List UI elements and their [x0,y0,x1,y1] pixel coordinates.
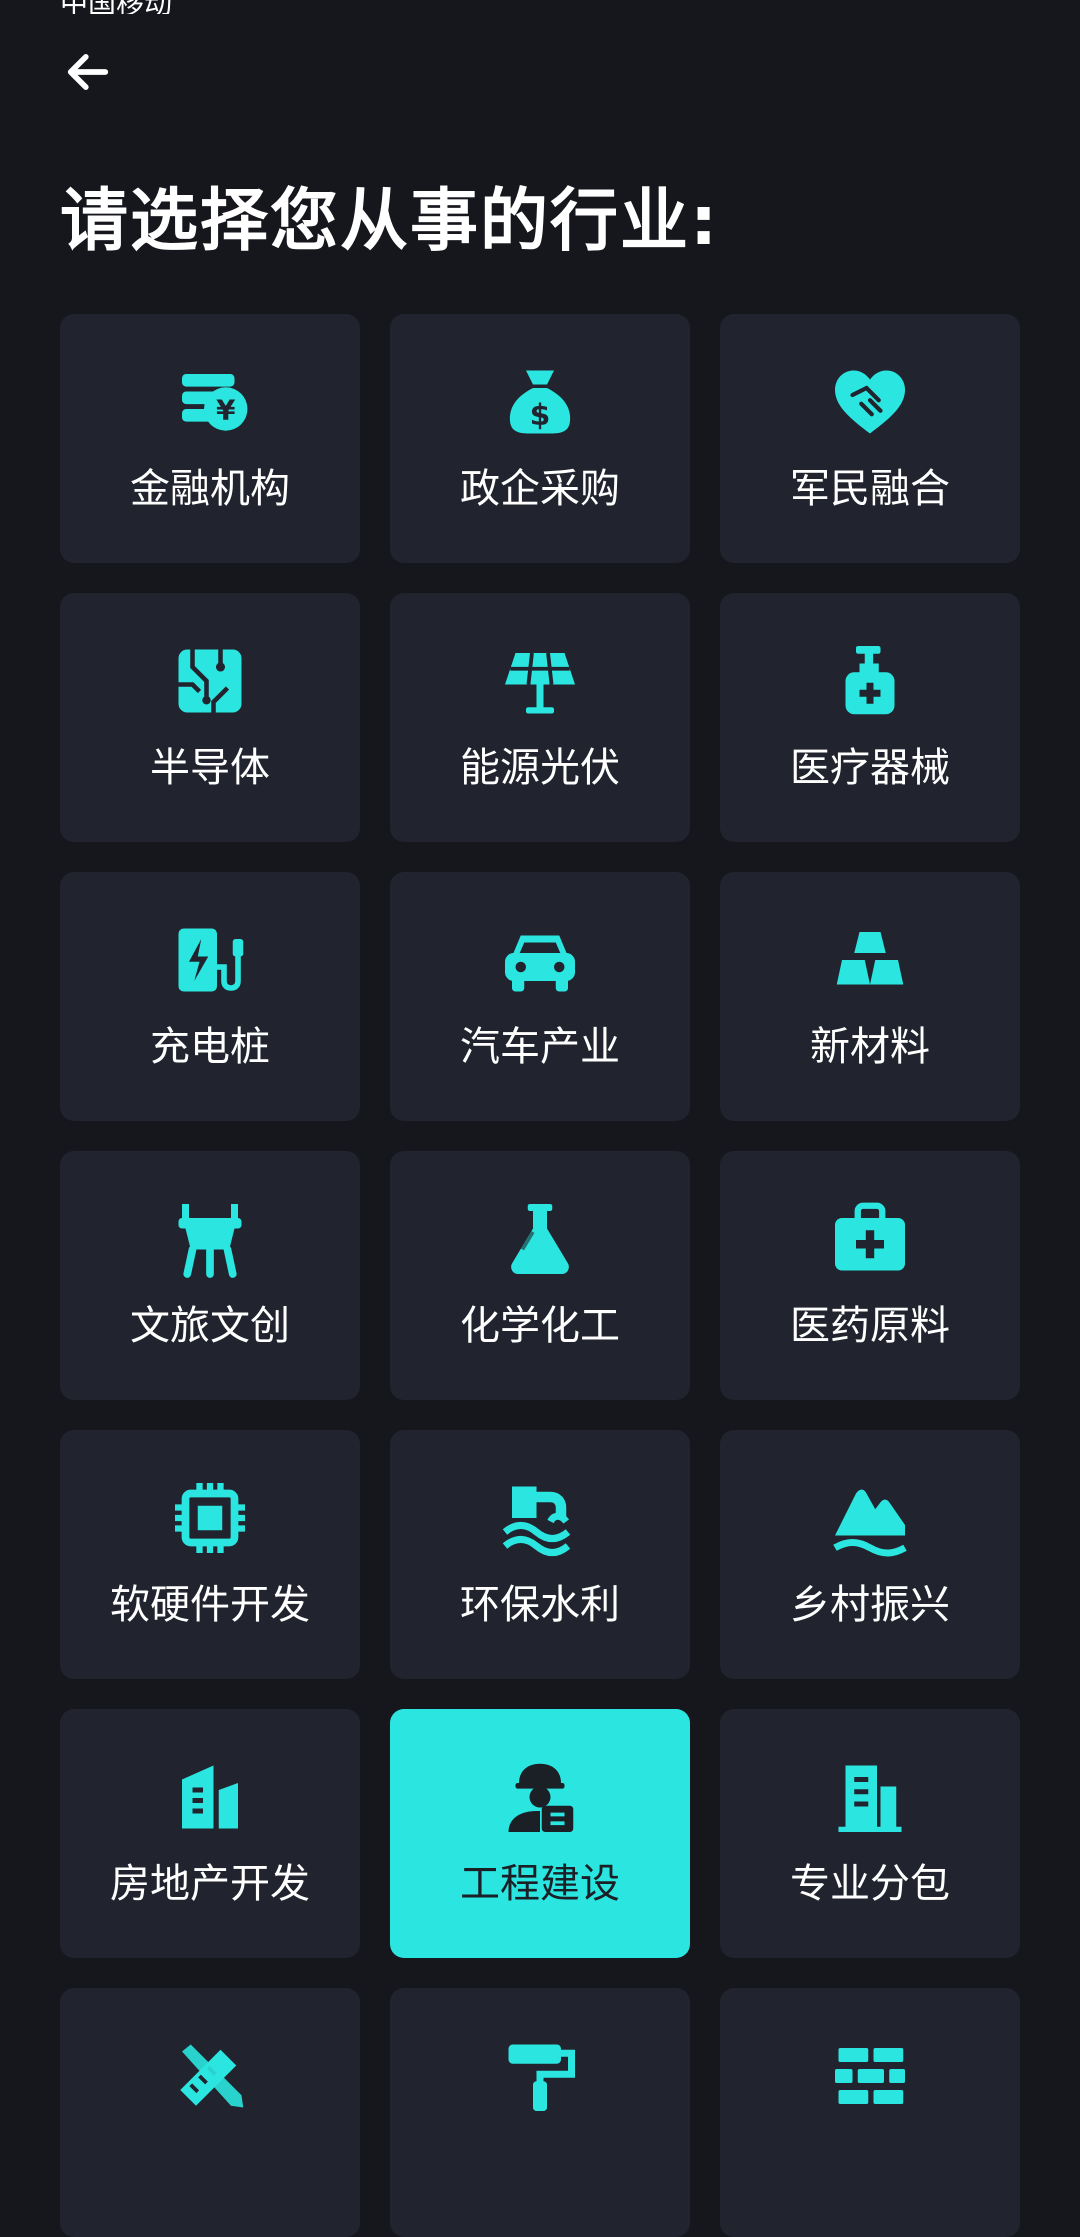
water-pipe-icon [498,1476,582,1560]
charging-station-icon [168,918,252,1002]
circuit-board-icon [168,639,252,723]
construction-worker-icon [498,1755,582,1839]
money-bag-icon: $ [498,360,582,444]
arrow-left-icon [67,54,109,90]
buildings-icon [168,1755,252,1839]
industry-label: 汽车产业 [460,1024,620,1070]
industry-tile[interactable]: 化学化工 [390,1151,690,1400]
ruler-pencil-icon [168,2034,252,2118]
industry-label: 工程建设 [460,1861,620,1907]
carrier-label: 中国移动 [60,0,172,14]
industry-tile[interactable]: 软硬件开发 [60,1430,360,1679]
brick-wall-icon [828,2034,912,2118]
industry-tile[interactable]: 半导体 [60,593,360,842]
industry-tile[interactable]: 乡村振兴 [720,1430,1020,1679]
industry-tile[interactable]: $ 政企采购 [390,314,690,563]
office-building-icon [828,1755,912,1839]
industry-tile[interactable]: 军民融合 [720,314,1020,563]
industry-tile[interactable]: 工程建设 [390,1709,690,1958]
industry-label: 房地产开发 [110,1861,310,1907]
industry-label: 医疗器械 [790,745,950,791]
industry-label: 充电桩 [150,1024,270,1070]
industry-label: 专业分包 [790,1861,950,1907]
back-button[interactable] [52,36,124,108]
status-bar: 中国移动 [0,0,1080,14]
industry-label: 环保水利 [460,1582,620,1628]
heart-handshake-icon [828,360,912,444]
industry-tile[interactable] [390,1988,690,2237]
industry-label: 化学化工 [460,1303,620,1349]
industry-tile[interactable]: 专业分包 [720,1709,1020,1958]
industry-label: 政企采购 [460,466,620,512]
industry-label: 乡村振兴 [790,1582,950,1628]
industry-tile[interactable]: 新材料 [720,872,1020,1121]
flask-icon [498,1197,582,1281]
medical-kit-icon [828,1197,912,1281]
industry-label: 软硬件开发 [110,1582,310,1628]
industry-tile[interactable]: 环保水利 [390,1430,690,1679]
svg-text:¥: ¥ [216,394,236,427]
industry-tile[interactable]: 充电桩 [60,872,360,1121]
industry-tile[interactable]: 能源光伏 [390,593,690,842]
svg-text:$: $ [530,398,551,433]
page-title: 请选择您从事的行业: [60,182,720,261]
industry-label: 医药原料 [790,1303,950,1349]
ancient-vessel-icon [168,1197,252,1281]
industry-tile[interactable]: ¥ 金融机构 [60,314,360,563]
industry-tile[interactable] [60,1988,360,2237]
solar-panel-icon [498,639,582,723]
sanitizer-bottle-icon [828,639,912,723]
industry-tile[interactable]: 汽车产业 [390,872,690,1121]
industry-label: 金融机构 [130,466,290,512]
industry-tile[interactable]: 房地产开发 [60,1709,360,1958]
industry-label: 半导体 [150,745,270,791]
industry-tile[interactable]: 医疗器械 [720,593,1020,842]
car-icon [498,918,582,1002]
industry-label: 军民融合 [790,466,950,512]
chip-icon [168,1476,252,1560]
industry-label: 新材料 [810,1024,930,1070]
coin-stack-icon: ¥ [168,360,252,444]
paint-roller-icon [498,2034,582,2118]
gold-bars-icon [828,918,912,1002]
mountain-icon [828,1476,912,1560]
industry-tile[interactable]: 文旅文创 [60,1151,360,1400]
industry-grid: ¥ 金融机构 $ 政企采购 军民融合 半导体 能源光伏 医疗器械 充电桩 汽车产业 … [60,314,1020,2237]
industry-tile[interactable] [720,1988,1020,2237]
industry-label: 文旅文创 [130,1303,290,1349]
industry-tile[interactable]: 医药原料 [720,1151,1020,1400]
industry-label: 能源光伏 [460,745,620,791]
